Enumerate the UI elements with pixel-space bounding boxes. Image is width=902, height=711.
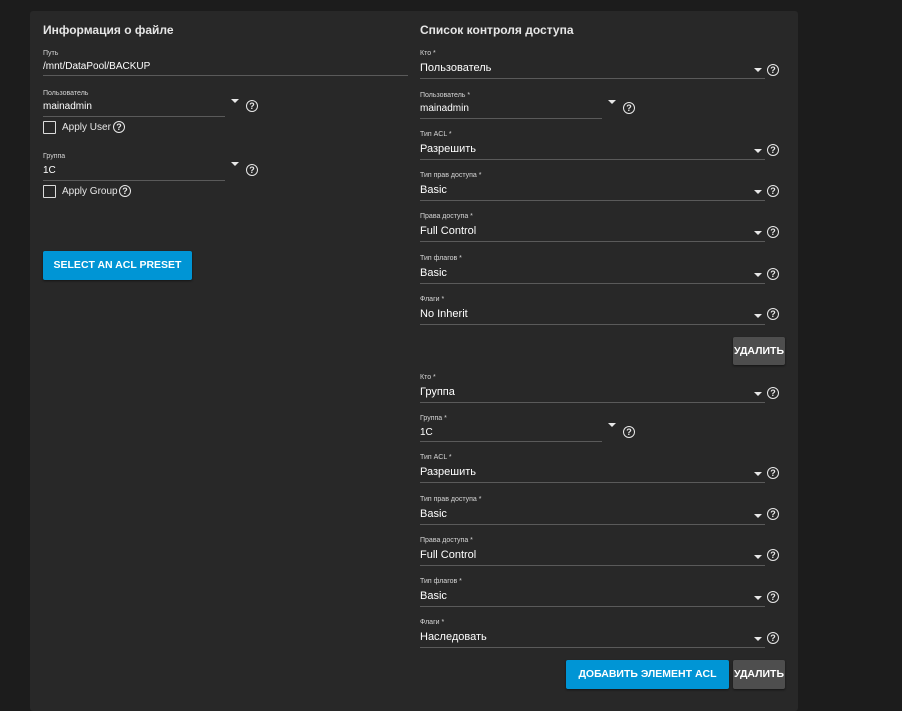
help-circle-icon[interactable]: ? [767,508,779,520]
flags-select[interactable]: Наследовать [420,631,487,643]
permissions-select[interactable]: Full Control [420,549,476,561]
help-circle-icon[interactable]: ? [767,387,779,399]
delete-entry-button[interactable]: УДАЛИТЬ [733,337,785,365]
who-label: Кто * [420,50,436,57]
user-select[interactable]: mainadmin [43,101,92,112]
path-underline [43,75,408,76]
acl-type-label: Тип ACL * [420,454,452,461]
flags-underline [420,647,765,648]
caret-down-icon[interactable] [754,472,762,476]
select-acl-preset-button[interactable]: SELECT AN ACL PRESET [43,251,192,280]
group-underline [420,441,602,442]
who-underline [420,402,765,403]
help-circle-icon[interactable]: ? [767,591,779,603]
apply-user-label: Apply User [62,122,111,133]
perm-type-label: Тип прав доступа * [420,172,482,179]
acl-type-select[interactable]: Разрешить [420,466,476,478]
group-label: Группа * [420,415,447,422]
flags-label: Флаги * [420,296,445,303]
add-acl-item-button[interactable]: ДОБАВИТЬ ЭЛЕМЕНТ ACL [566,660,729,689]
caret-down-icon[interactable] [754,68,762,72]
group-label: Группа [43,153,66,160]
flags-underline [420,324,765,325]
caret-down-icon[interactable] [754,596,762,600]
file-info-title: Информация о файле [43,23,174,37]
group-select[interactable]: 1C [420,427,433,438]
perm-type-label: Тип прав доступа * [420,496,482,503]
acl-type-label: Тип ACL * [420,131,452,138]
permissions-underline [420,565,765,566]
group-underline [43,180,225,181]
caret-down-icon[interactable] [754,555,762,559]
caret-down-icon[interactable] [754,392,762,396]
help-circle-icon[interactable]: ? [767,467,779,479]
who-label: Кто * [420,374,436,381]
apply-user-checkbox[interactable] [43,121,56,134]
help-circle-icon[interactable]: ? [113,121,125,133]
caret-down-icon[interactable] [754,514,762,518]
caret-down-icon[interactable] [754,637,762,641]
caret-down-icon[interactable] [608,423,616,427]
caret-down-icon[interactable] [754,190,762,194]
user-underline [43,116,225,117]
help-circle-icon[interactable]: ? [767,226,779,238]
help-circle-icon[interactable]: ? [119,185,131,197]
help-circle-icon[interactable]: ? [623,426,635,438]
help-circle-icon[interactable]: ? [767,64,779,76]
caret-down-icon[interactable] [754,273,762,277]
flag-type-select[interactable]: Basic [420,590,447,602]
who-select[interactable]: Группа [420,386,455,398]
group-select[interactable]: 1C [43,165,56,176]
permissions-label: Права доступа * [420,213,473,220]
help-circle-icon[interactable]: ? [767,144,779,156]
perm-type-select[interactable]: Basic [420,508,447,520]
caret-down-icon[interactable] [608,100,616,104]
apply-group-checkbox[interactable] [43,185,56,198]
caret-down-icon[interactable] [754,231,762,235]
user-select[interactable]: mainadmin [420,103,469,114]
help-circle-icon[interactable]: ? [767,549,779,561]
acl-title: Список контроля доступа [420,23,574,37]
permissions-underline [420,241,765,242]
who-underline [420,78,765,79]
path-value: /mnt/DataPool/BACKUP [43,61,151,72]
perm-type-select[interactable]: Basic [420,184,447,196]
flag-type-label: Тип флагов * [420,255,462,262]
caret-down-icon[interactable] [754,149,762,153]
delete-entry-button[interactable]: УДАЛИТЬ [733,660,785,689]
help-circle-icon[interactable]: ? [246,100,258,112]
acl-type-select[interactable]: Разрешить [420,143,476,155]
who-select[interactable]: Пользователь [420,62,491,74]
caret-down-icon[interactable] [231,99,239,103]
path-label: Путь [43,50,59,57]
flag-type-underline [420,283,765,284]
flag-type-select[interactable]: Basic [420,267,447,279]
help-circle-icon[interactable]: ? [767,185,779,197]
caret-down-icon[interactable] [231,162,239,166]
flags-label: Флаги * [420,619,445,626]
permissions-label: Права доступа * [420,537,473,544]
flag-type-label: Тип флагов * [420,578,462,585]
perm-type-underline [420,200,765,201]
permissions-select[interactable]: Full Control [420,225,476,237]
acl-type-underline [420,482,765,483]
help-circle-icon[interactable]: ? [767,268,779,280]
help-circle-icon[interactable]: ? [246,164,258,176]
apply-group-label: Apply Group [62,186,118,197]
perm-type-underline [420,524,765,525]
help-circle-icon[interactable]: ? [767,308,779,320]
user-label: Пользователь * [420,92,471,99]
help-circle-icon[interactable]: ? [767,632,779,644]
user-label: Пользователь [43,90,89,97]
caret-down-icon[interactable] [754,314,762,318]
flags-select[interactable]: No Inherit [420,308,468,320]
user-underline [420,118,602,119]
flag-type-underline [420,606,765,607]
acl-type-underline [420,159,765,160]
help-circle-icon[interactable]: ? [623,102,635,114]
